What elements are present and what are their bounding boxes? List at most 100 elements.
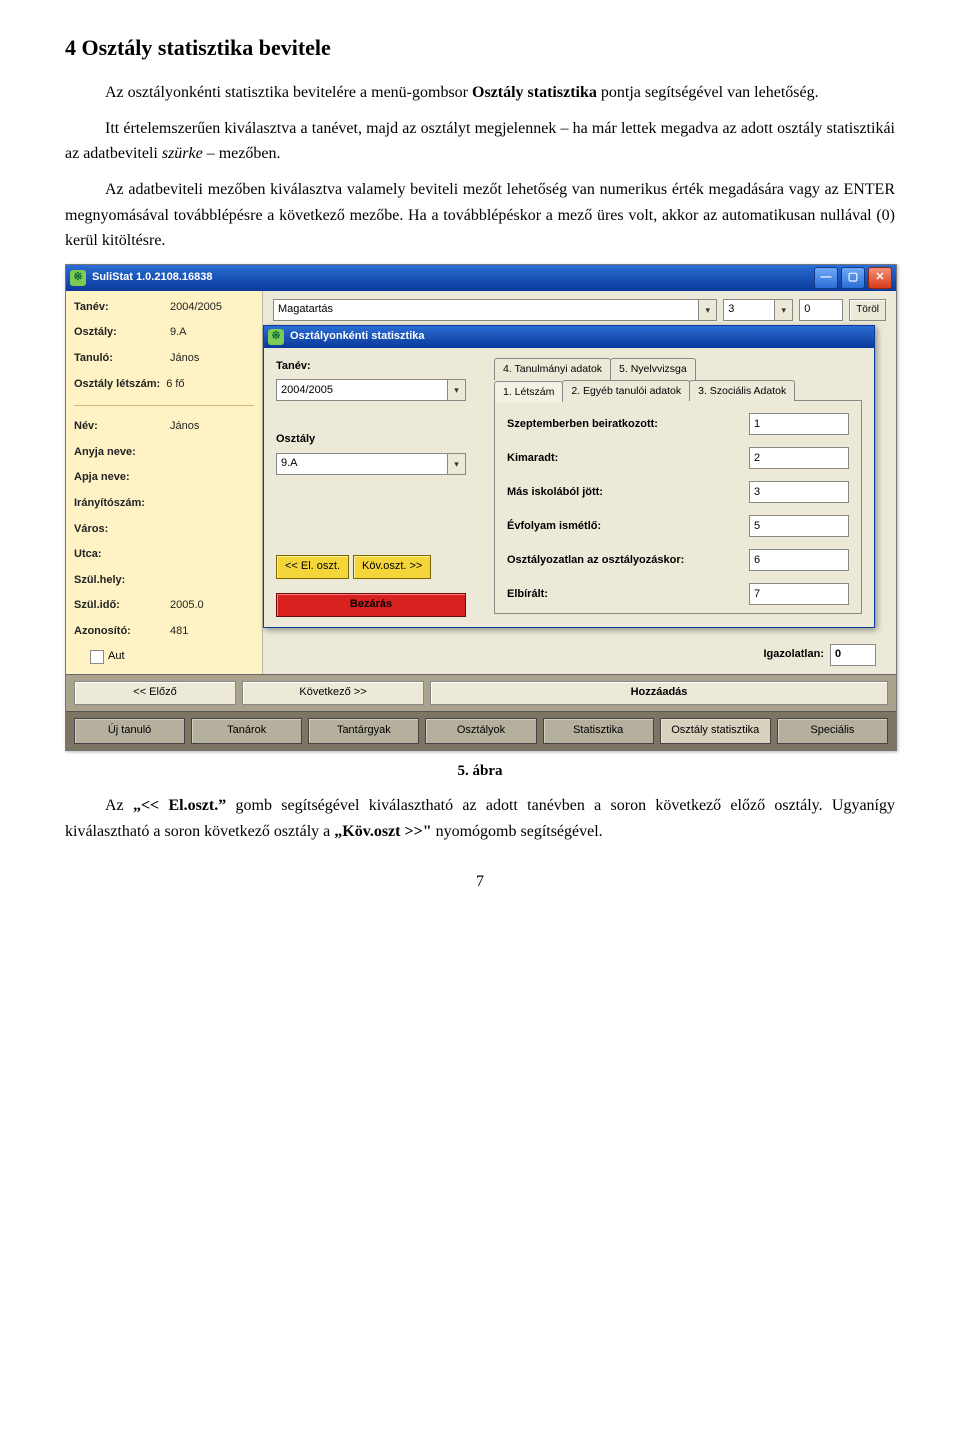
dialog-tanev-combo[interactable]: 2004/2005: [276, 379, 466, 401]
field-osztalyozatlan-value: 6: [754, 552, 760, 570]
dialog-tanev-value: 2004/2005: [281, 382, 333, 400]
menu-statisztika[interactable]: Statisztika: [543, 718, 654, 744]
field-szept-value: 1: [754, 416, 760, 434]
field-kimaradt-label: Kimaradt:: [507, 450, 741, 468]
tab-nyelvvizsga[interactable]: 5. Nyelvvizsga: [610, 358, 696, 380]
next-record-button[interactable]: Következő >>: [242, 681, 424, 705]
tanulo-value: János: [170, 350, 254, 368]
szulido-label: Szül.idő:: [74, 597, 164, 615]
azon-label: Azonosító:: [74, 623, 164, 641]
menu-tantargyak[interactable]: Tantárgyak: [308, 718, 419, 744]
chevron-down-icon: [698, 300, 716, 320]
grade2-value: 0: [804, 301, 810, 319]
grade1-combo[interactable]: 3: [723, 299, 793, 321]
p4d: „Köv.oszt >>": [334, 823, 431, 840]
p4e: nyomógomb segítségével.: [432, 823, 603, 840]
tab-letszam[interactable]: 1. Létszám: [494, 381, 563, 403]
p1a: Az osztályonkénti statisztika bevitelére…: [105, 84, 472, 101]
dialog-right: 4. Tanulmányi adatok 5. Nyelvvizsga 1. L…: [494, 358, 862, 617]
auto-label: Aut: [108, 648, 125, 666]
p2c: – mezőben.: [203, 145, 281, 162]
close-button[interactable]: ✕: [868, 267, 892, 289]
next-class-button[interactable]: Köv.oszt. >>: [353, 555, 431, 579]
tab-szocialis[interactable]: 3. Szociális Adatok: [689, 380, 795, 402]
dialog-icon: ※: [268, 329, 284, 345]
dialog-osztaly-combo[interactable]: 9.A: [276, 453, 466, 475]
tab-panel-letszam: Szeptemberben beiratkozott:1 Kimaradt:2 …: [494, 400, 862, 614]
tab-egyeb[interactable]: 2. Egyéb tanulói adatok: [562, 380, 690, 402]
close-dialog-button[interactable]: Bezárás: [276, 593, 466, 617]
field-evfolyam-value: 5: [754, 518, 760, 536]
azon-value: 481: [170, 623, 254, 641]
menu-tanarok[interactable]: Tanárok: [191, 718, 302, 744]
auto-checkbox[interactable]: Aut: [90, 648, 254, 666]
field-kimaradt-value: 2: [754, 450, 760, 468]
p2b: szürke: [162, 145, 203, 162]
p4b: „<< El.oszt.”: [133, 797, 226, 814]
letszam-label: Osztály létszám:: [74, 376, 160, 394]
irszam-label: Irányítószám:: [74, 495, 164, 513]
subject-combo[interactable]: Magatartás: [273, 299, 717, 321]
subject-value: Magatartás: [278, 301, 333, 319]
menu-specialis[interactable]: Speciális: [777, 718, 888, 744]
minimize-button[interactable]: —: [814, 267, 838, 289]
field-elbiralt-input[interactable]: 7: [749, 583, 849, 605]
paragraph-4: Az „<< El.oszt.” gomb segítségével kivál…: [65, 793, 895, 844]
app-icon: ※: [70, 270, 86, 286]
field-szept-label: Szeptemberben beiratkozott:: [507, 416, 741, 434]
nev-label: Név:: [74, 418, 164, 436]
field-osztalyozatlan-label: Osztályozatlan az osztályozáskor:: [507, 552, 741, 570]
grade2-field[interactable]: 0: [799, 299, 843, 321]
tanev-label: Tanév:: [74, 299, 164, 317]
utca-label: Utca:: [74, 546, 164, 564]
letszam-value: 6 fő: [166, 376, 254, 394]
figure-caption: 5. ábra: [65, 759, 895, 783]
chevron-down-icon: [774, 300, 792, 320]
paragraph-3: Az adatbeviteli mezőben kiválasztva vala…: [65, 177, 895, 254]
dialog-title: Osztályonkénti statisztika: [290, 328, 425, 346]
apja-label: Apja neve:: [74, 469, 164, 487]
prev-class-button[interactable]: << El. oszt.: [276, 555, 349, 579]
left-panel: Tanév: 2004/2005 Osztály: 9.A Tanuló: János…: [66, 291, 263, 674]
menu-osztaly-statisztika[interactable]: Osztály statisztika: [660, 718, 771, 744]
dialog-osztaly-label: Osztály: [276, 431, 476, 449]
dialog-tanev-label: Tanév:: [276, 358, 476, 376]
app-title: SuliStat 1.0.2108.16838: [92, 269, 212, 287]
field-masiskola-input[interactable]: 3: [749, 481, 849, 503]
field-kimaradt-input[interactable]: 2: [749, 447, 849, 469]
page-number: 7: [65, 869, 895, 895]
menu-uj-tanulo[interactable]: Új tanuló: [74, 718, 185, 744]
maximize-button[interactable]: ▢: [841, 267, 865, 289]
main-content: Magatartás 3 0 Töröl ※ Osztályonkénti st…: [263, 291, 896, 674]
igazolatlan-input[interactable]: 0: [830, 644, 876, 666]
chevron-down-icon: [447, 454, 465, 474]
tanulo-label: Tanuló:: [74, 350, 164, 368]
class-stats-dialog: ※ Osztályonkénti statisztika Tanév: 2004…: [263, 325, 875, 628]
field-szept-input[interactable]: 1: [749, 413, 849, 435]
osztaly-label: Osztály:: [74, 324, 164, 342]
dialog-osztaly-value: 9.A: [281, 455, 298, 473]
field-elbiralt-label: Elbírált:: [507, 586, 741, 604]
igazolatlan-label: Igazolatlan:: [763, 646, 824, 664]
p4a: Az: [105, 797, 133, 814]
section-heading: 4 Osztály statisztika bevitele: [65, 30, 895, 65]
szulido-value: 2005.0: [170, 597, 254, 615]
field-elbiralt-value: 7: [754, 586, 760, 604]
prev-record-button[interactable]: << Előző: [74, 681, 236, 705]
field-masiskola-value: 3: [754, 484, 760, 502]
paragraph-1: Az osztályonkénti statisztika bevitelére…: [65, 80, 895, 106]
delete-button[interactable]: Töröl: [849, 299, 886, 321]
osztaly-value: 9.A: [170, 324, 254, 342]
main-titlebar: ※ SuliStat 1.0.2108.16838 — ▢ ✕: [66, 265, 896, 291]
field-osztalyozatlan-input[interactable]: 6: [749, 549, 849, 571]
paragraph-2: Itt értelemszerűen kiválasztva a tanévet…: [65, 116, 895, 167]
tanev-value: 2004/2005: [170, 299, 254, 317]
szulhely-label: Szül.hely:: [74, 572, 164, 590]
tab-tanulmanyi[interactable]: 4. Tanulmányi adatok: [494, 358, 611, 380]
add-record-button[interactable]: Hozzáadás: [430, 681, 888, 705]
menu-osztalyok[interactable]: Osztályok: [425, 718, 536, 744]
anyja-label: Anyja neve:: [74, 444, 164, 462]
field-evfolyam-label: Évfolyam ismétlő:: [507, 518, 741, 536]
field-evfolyam-input[interactable]: 5: [749, 515, 849, 537]
varos-label: Város:: [74, 521, 164, 539]
